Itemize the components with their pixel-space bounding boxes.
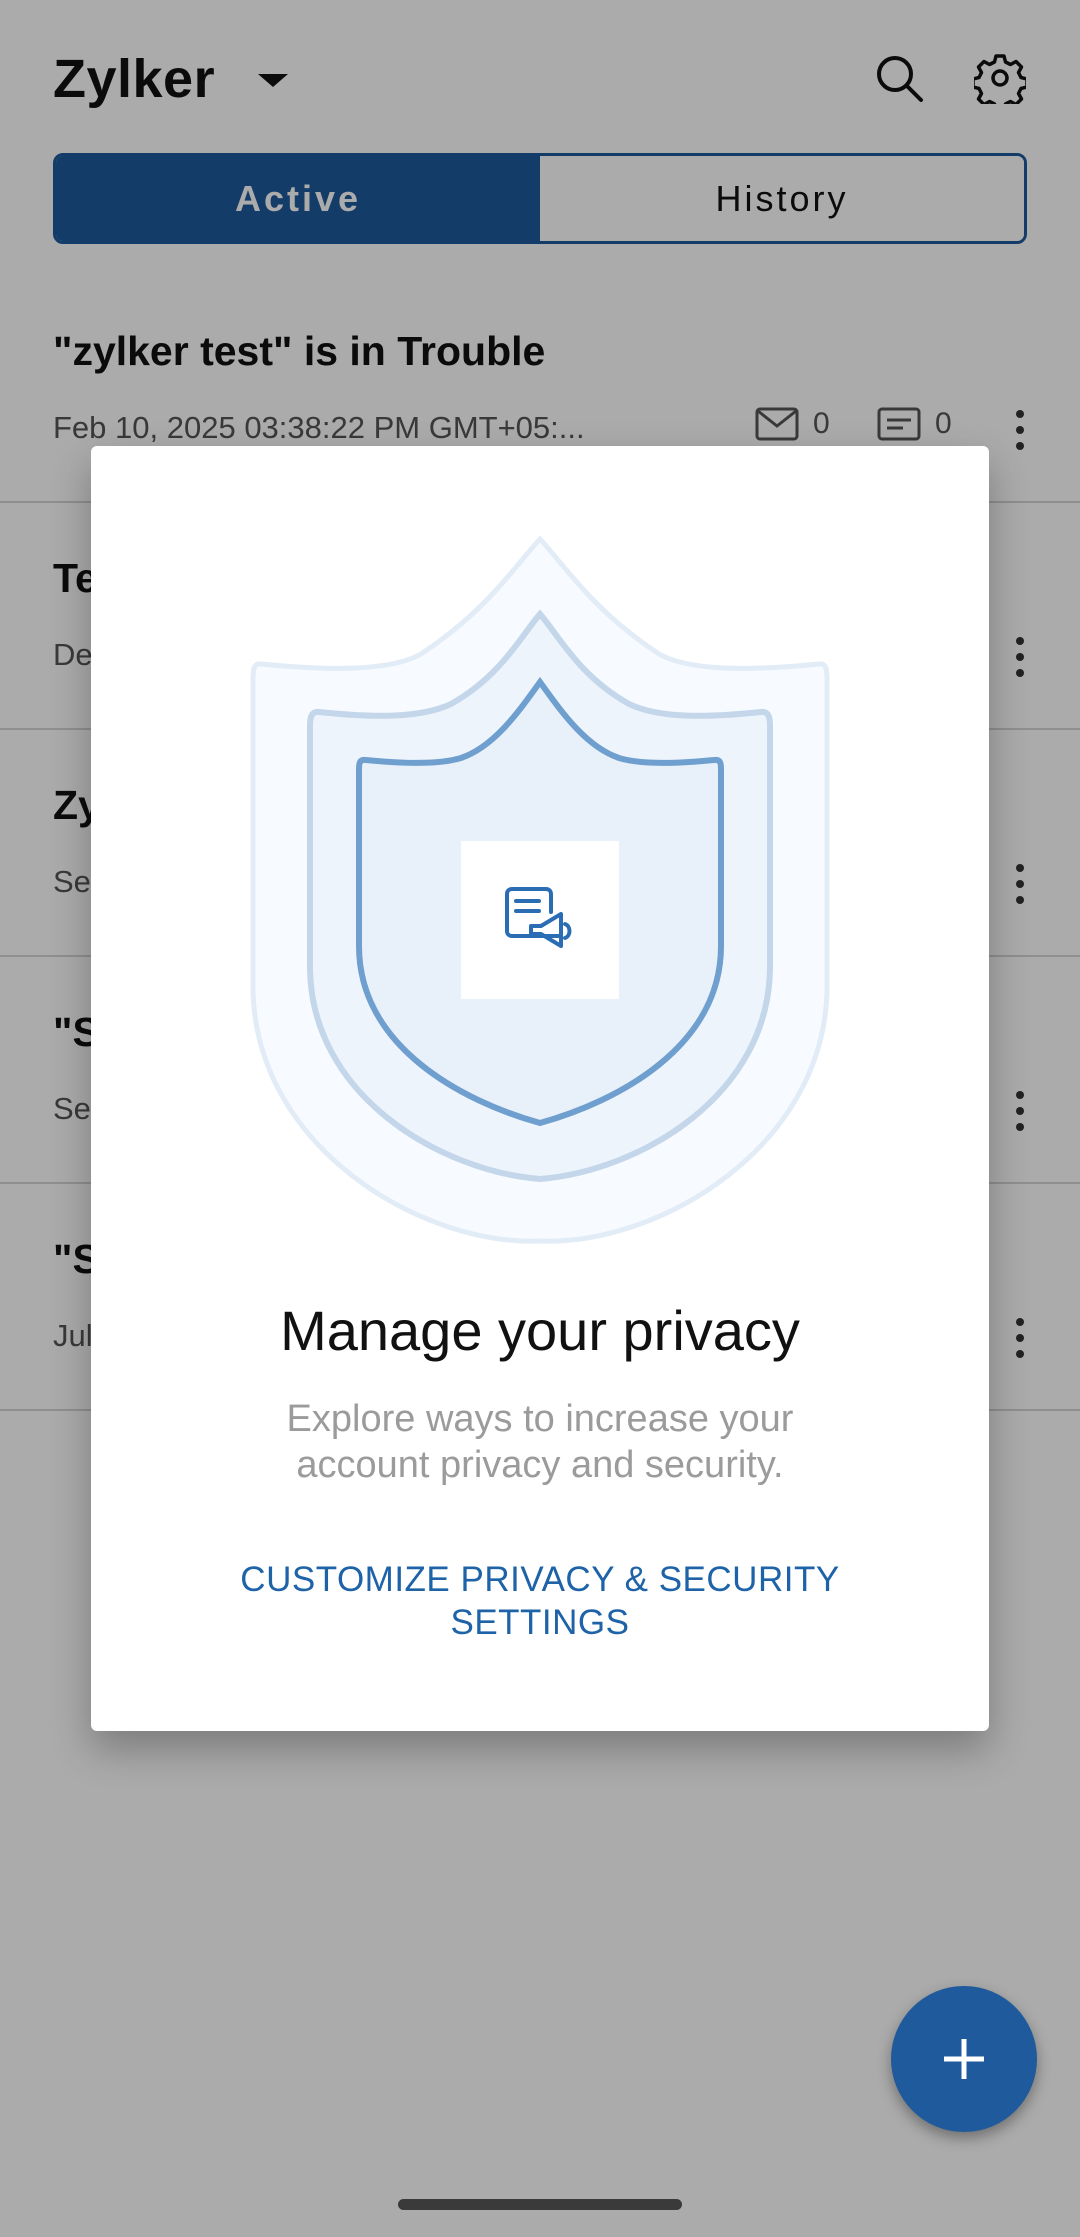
dialog-description: Explore ways to increase your account pr… <box>286 1398 794 1486</box>
dialog-title: Manage your privacy <box>280 1299 800 1362</box>
home-indicator[interactable] <box>398 2199 682 2210</box>
customize-privacy-button[interactable]: CUSTOMIZE PRIVACY & SECURITY SETTINGS <box>211 1558 869 1644</box>
privacy-dialog: Manage your privacy Explore ways to incr… <box>91 446 989 1731</box>
shield-icon <box>250 535 830 1244</box>
plus-icon[interactable] <box>891 1986 1037 2132</box>
